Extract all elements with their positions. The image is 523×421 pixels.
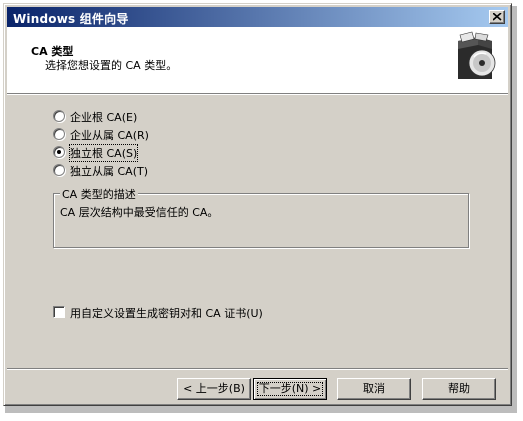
custom-settings-checkbox[interactable] (53, 306, 65, 318)
title-bar[interactable]: Windows 组件向导 (7, 7, 508, 27)
radio-button[interactable] (53, 164, 65, 176)
radio-label: 独立从属 CA(T) (70, 165, 149, 178)
wizard-window: Windows 组件向导 CA 类型 选择您想设置的 CA 类型。 企业根 CA… (3, 3, 512, 406)
back-button[interactable]: < 上一步(B) (177, 378, 251, 400)
next-button[interactable]: 下一步(N) > (253, 378, 327, 400)
radio-button-selected[interactable] (53, 146, 65, 158)
close-button[interactable] (489, 10, 505, 24)
description-text: CA 层次结构中最受信任的 CA。 (60, 206, 219, 219)
help-button[interactable]: 帮助 (422, 378, 496, 400)
wizard-header: CA 类型 选择您想设置的 CA 类型。 (7, 27, 508, 93)
radio-button[interactable] (53, 110, 65, 122)
radio-button[interactable] (53, 128, 65, 140)
header-divider (7, 93, 508, 95)
close-icon (493, 13, 502, 21)
custom-settings-label: 用自定义设置生成密钥对和 CA 证书(U) (70, 307, 263, 320)
page-subtitle: 选择您想设置的 CA 类型。 (45, 59, 178, 72)
wizard-box-cd-icon (453, 31, 499, 82)
description-legend: CA 类型的描述 (60, 186, 138, 202)
radio-label: 独立根 CA(S) (68, 144, 139, 162)
radio-label: 企业从属 CA(R) (70, 129, 149, 142)
radio-label: 企业根 CA(E) (70, 111, 138, 124)
description-group: CA 类型的描述 CA 层次结构中最受信任的 CA。 (53, 186, 469, 248)
footer-divider (7, 368, 508, 370)
window-title: Windows 组件向导 (13, 12, 129, 26)
next-button-label: 下一步(N) > (254, 379, 326, 399)
cancel-button[interactable]: 取消 (337, 378, 411, 400)
